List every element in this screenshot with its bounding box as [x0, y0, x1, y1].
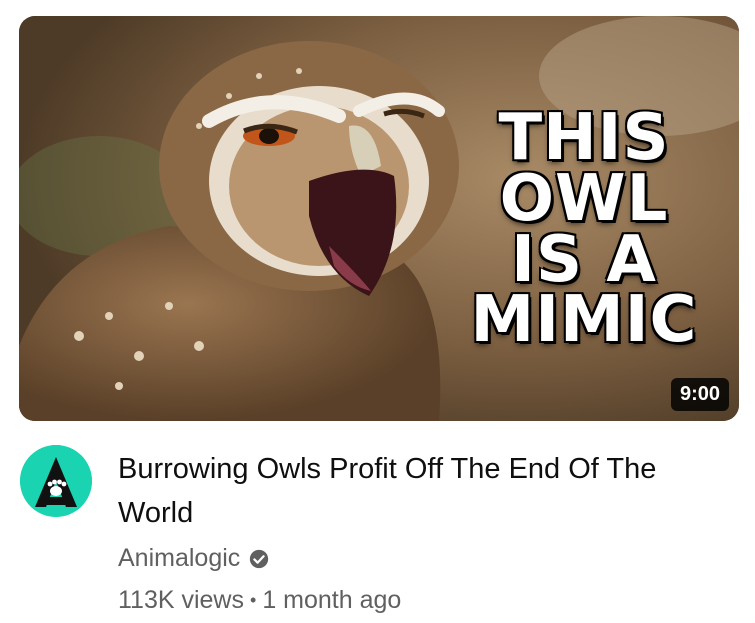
view-count: 113K views: [118, 586, 244, 614]
overlay-line: MIMIC: [470, 283, 698, 358]
animalogic-logo-icon: [20, 445, 92, 517]
upload-age: 1 month ago: [262, 586, 402, 614]
channel-name[interactable]: Animalogic: [118, 544, 240, 573]
verified-check-icon: [250, 549, 269, 568]
overlay-line: OWL: [499, 161, 669, 236]
overlay-line: IS A: [511, 222, 657, 297]
video-metadata: 113K views • 1 month ago: [118, 586, 401, 615]
channel-name-row[interactable]: Animalogic: [118, 544, 270, 573]
video-thumbnail[interactable]: THIS OWL IS A MIMIC 9:00: [19, 16, 739, 421]
overlay-line: THIS: [498, 101, 670, 175]
meta-separator: •: [250, 590, 257, 610]
duration-badge: 9:00: [670, 378, 729, 411]
channel-avatar[interactable]: [20, 445, 92, 517]
video-card[interactable]: THIS OWL IS A MIMIC 9:00 Burrowing Owls …: [0, 0, 755, 623]
video-title[interactable]: Burrowing Owls Profit Off The End Of The…: [118, 447, 708, 535]
thumbnail-overlay-text: THIS OWL IS A MIMIC: [459, 101, 709, 358]
